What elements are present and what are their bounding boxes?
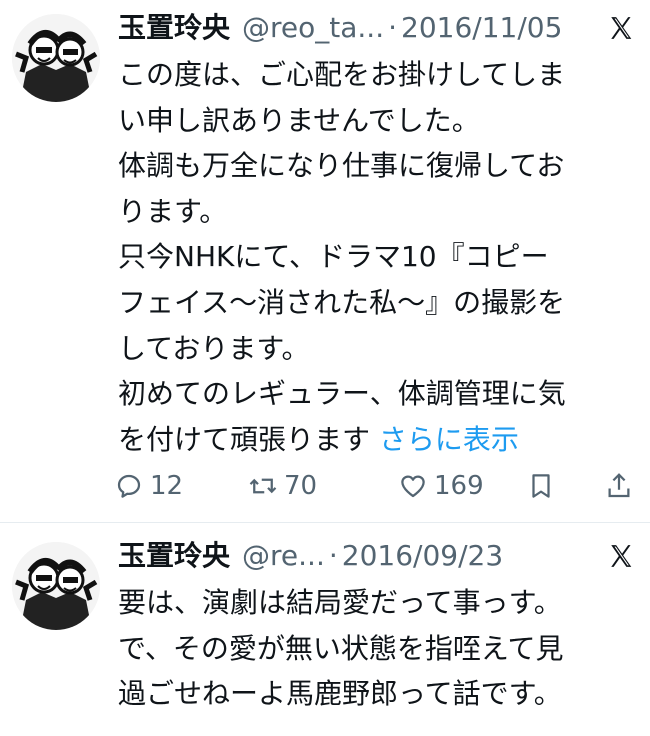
tweet-date[interactable]: 2016/09/23 (342, 536, 503, 576)
avatar[interactable] (12, 542, 100, 630)
bookmark-icon (532, 474, 550, 498)
avatar-illustration (12, 14, 100, 102)
tweet-text: 要は、演劇は結局愛だって事っす。 で、その愛が無い状態を指咥えて見 過ごせねーよ… (118, 580, 638, 717)
separator-dot: · (388, 11, 398, 44)
retweet-button[interactable]: 70 (248, 471, 398, 501)
x-logo-icon (611, 545, 632, 567)
display-name[interactable]: 玉置玲央 (118, 536, 230, 576)
display-name[interactable]: 玉置玲央 (118, 8, 230, 48)
tweet-text: この度は、ご心配をお掛けしてしま い申し訳ありませんでした。 体調も万全になり仕… (118, 52, 638, 462)
text-line: しております。 (118, 331, 310, 365)
handle[interactable]: @re... (242, 536, 325, 576)
handle[interactable]: @reo_ta... (242, 8, 384, 48)
avatar-illustration (12, 542, 100, 630)
tweet[interactable]: 玉置玲央 @re... · 2016/09/23 要は、演劇は結局愛だって事っす… (0, 528, 650, 736)
text-line: 要は、演劇は結局愛だって事っす。 (118, 586, 562, 619)
text-line: で、その愛が無い状態を指咥えて見 (118, 631, 564, 665)
text-line: この度は、ご心配をお掛けしてしま (118, 58, 566, 91)
tweet[interactable]: 玉置玲央 @reo_ta... · 2016/11/05 この度は、ご心配をお掛… (0, 0, 650, 520)
text-line-content: を付けて頑張ります (118, 422, 379, 456)
tweet-header: 玉置玲央 @reo_ta... · 2016/11/05 (118, 8, 634, 48)
like-count: 169 (434, 471, 484, 501)
text-line: 初めてのレギュラー、体調管理に気 (118, 377, 566, 411)
share-icon (608, 473, 630, 498)
show-more-link[interactable]: さらに表示 (379, 423, 519, 456)
retweet-count: 70 (284, 471, 318, 501)
like-button[interactable]: 169 (398, 471, 526, 501)
x-logo-icon (611, 17, 632, 39)
text-line: ります。 (118, 194, 228, 228)
avatar[interactable] (12, 14, 100, 102)
text-line: 只今NHKにて、ドラマ10『コピー (118, 240, 549, 274)
reply-icon (117, 474, 141, 498)
reply-count: 12 (150, 471, 184, 501)
heart-icon (401, 475, 425, 498)
text-line-last: を付けて頑張ります さらに表示 (118, 417, 638, 463)
separator-dot: · (328, 539, 338, 572)
tweet-header: 玉置玲央 @re... · 2016/09/23 (118, 536, 634, 576)
text-line: い申し訳ありませんでした。 (118, 103, 480, 137)
share-button[interactable] (604, 471, 634, 501)
retweet-icon (249, 478, 277, 494)
text-line: フェイス〜消された私〜』の撮影を (118, 285, 566, 319)
tweet-date[interactable]: 2016/11/05 (401, 8, 562, 48)
tweet-divider (0, 522, 650, 523)
text-line: 過ごせねーよ馬鹿野郎って話です。 (118, 677, 562, 711)
text-line: 体調も万全になり仕事に復帰してお (118, 149, 565, 183)
action-bar: 12 70 169 (114, 466, 638, 506)
bookmark-button[interactable] (526, 471, 604, 501)
reply-button[interactable]: 12 (114, 471, 248, 501)
